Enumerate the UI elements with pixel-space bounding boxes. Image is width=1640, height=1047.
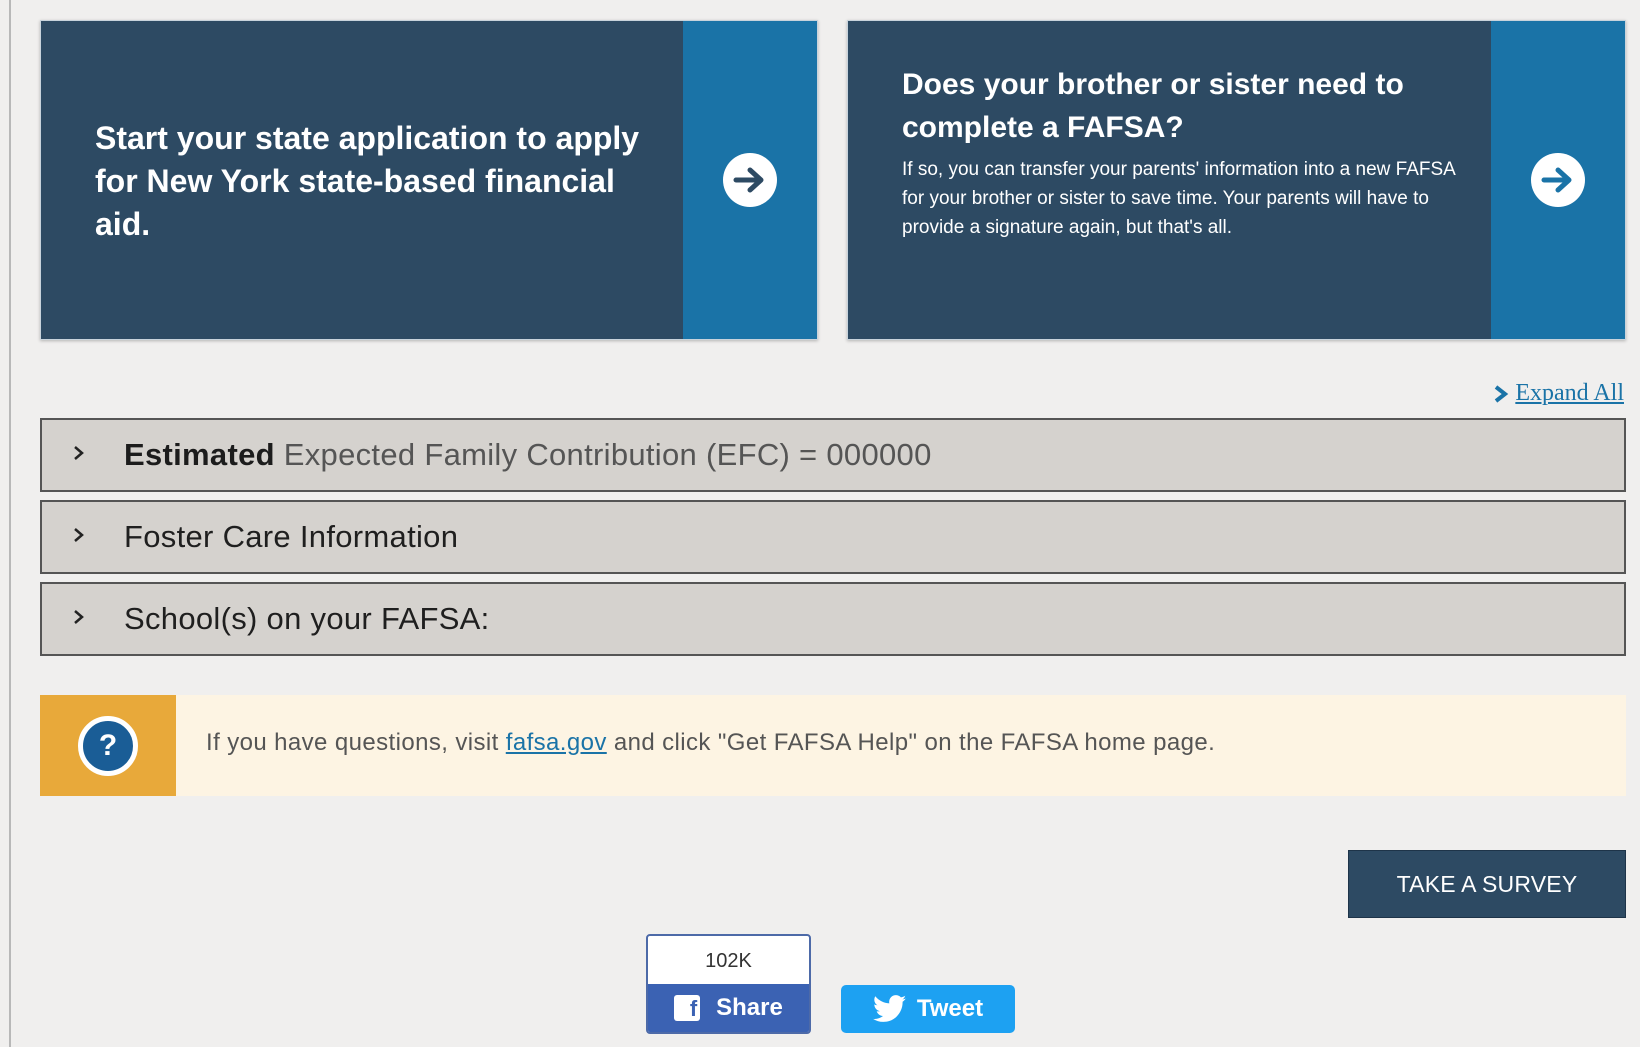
accordion-foster-care-label: Foster Care Information (124, 519, 459, 554)
take-a-survey-button[interactable]: TAKE A SURVEY (1348, 850, 1626, 918)
facebook-icon: f (674, 995, 701, 1021)
arrow-right-circle-icon[interactable] (723, 153, 777, 207)
facebook-share-button[interactable]: f Share (648, 984, 809, 1032)
chevron-right-icon (1495, 384, 1509, 403)
twitter-bird-icon (872, 995, 907, 1022)
state-application-card[interactable]: Start your state application to apply fo… (40, 20, 818, 340)
sibling-fafsa-body: If so, you can transfer your parents' in… (902, 159, 1455, 238)
page-left-border (9, 0, 11, 1047)
state-application-text: Start your state application to apply fo… (95, 120, 640, 242)
help-text: If you have questions, visit fafsa.gov a… (206, 729, 1215, 757)
accordion-schools-label: School(s) on your FAFSA: (124, 601, 490, 636)
accordion-efc[interactable]: Estimated Expected Family Contribution (… (40, 418, 1626, 492)
tweet-label: Tweet (916, 995, 984, 1022)
help-text-suffix: and click "Get FAFSA Help" on the FAFSA … (606, 729, 1216, 756)
share-label: Share (716, 994, 783, 1021)
accordion-efc-label: Estimated Expected Family Contribution (… (124, 437, 932, 473)
help-icon-panel: ? (40, 695, 176, 796)
sibling-fafsa-content: Does your brother or sister need to comp… (902, 63, 1465, 242)
sibling-fafsa-arrow-panel[interactable] (1491, 21, 1625, 339)
question-mark-icon: ? (78, 715, 138, 776)
chevron-right-icon (74, 610, 84, 624)
state-application-arrow-panel[interactable] (683, 21, 817, 339)
share-count: 102K (648, 936, 809, 987)
tweet-button[interactable]: Tweet (841, 985, 1015, 1033)
expand-all-label: Expand All (1515, 380, 1624, 406)
help-text-prefix: If you have questions, visit (206, 729, 506, 756)
accordion-schools[interactable]: School(s) on your FAFSA: (40, 582, 1626, 656)
arrow-right-circle-icon[interactable] (1531, 153, 1585, 207)
efc-bold-label: Estimated (124, 437, 275, 472)
fafsa-gov-link[interactable]: fafsa.gov (506, 729, 607, 756)
help-notice: ? If you have questions, visit fafsa.gov… (40, 695, 1626, 796)
facebook-share-widget[interactable]: 102K f Share (646, 934, 811, 1034)
expand-all-link[interactable]: Expand All (1493, 380, 1624, 407)
efc-value-label: Expected Family Contribution (EFC) = 000… (274, 437, 932, 472)
chevron-right-icon (74, 446, 84, 460)
sibling-fafsa-title: Does your brother or sister need to comp… (902, 68, 1404, 144)
accordion-foster-care[interactable]: Foster Care Information (40, 500, 1626, 574)
sibling-fafsa-card[interactable]: Does your brother or sister need to comp… (847, 20, 1626, 340)
chevron-right-icon (74, 528, 84, 542)
